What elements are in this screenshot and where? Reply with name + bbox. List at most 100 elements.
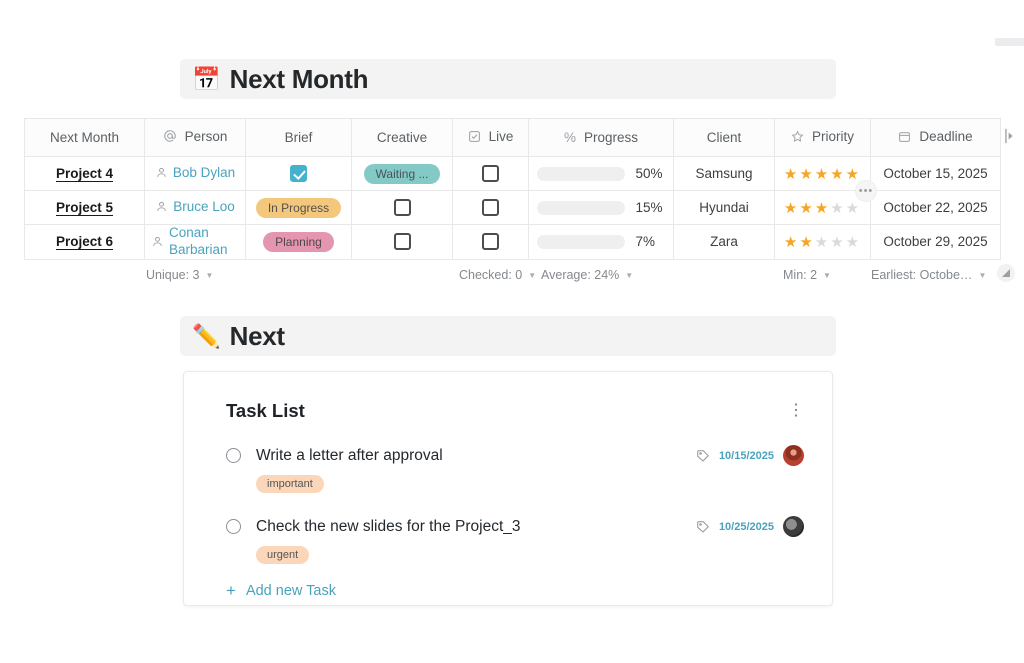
plus-icon: + (226, 581, 236, 600)
column-label: Progress (583, 130, 639, 145)
person-icon (155, 166, 168, 179)
table-resize-handle[interactable] (997, 264, 1015, 282)
priority-stars[interactable]: ★★★★★ (784, 200, 861, 217)
section-banner-next[interactable]: ✏️ Next (180, 316, 836, 356)
summary-label: Checked: 0 (459, 268, 523, 282)
section-banner-next-month[interactable]: 📅 Next Month (180, 59, 836, 99)
summary-checked[interactable]: Checked: 0 ▼ (459, 268, 536, 282)
cell-client[interactable]: Zara (673, 224, 775, 260)
column-header-live[interactable]: Live (452, 118, 529, 157)
deadline-date: October 22, 2025 (883, 200, 988, 215)
chevron-down-icon: ▼ (205, 270, 214, 280)
cell-live[interactable] (452, 190, 529, 225)
summary-average[interactable]: Average: 24% ▼ (541, 268, 633, 282)
at-icon (163, 129, 177, 143)
table-row[interactable]: Project 6 Conan Barbarian Planning 7% Za… (24, 224, 1001, 260)
project-table: Next Month Person Brief Creative Live % … (24, 118, 1001, 290)
column-header-creative[interactable]: Creative (351, 118, 453, 157)
task-due-date[interactable]: 10/15/2025 (719, 450, 774, 462)
cell-project[interactable]: Project 6 (24, 224, 145, 260)
progress-value: 15% (635, 200, 663, 215)
person-icon (155, 200, 168, 213)
checkbox-icon (468, 130, 481, 143)
cell-person[interactable]: Bob Dylan (144, 156, 246, 191)
cell-priority[interactable]: ★★★★★ (774, 224, 871, 260)
cell-live[interactable] (452, 224, 529, 260)
brief-status-pill[interactable]: Planning (263, 231, 334, 252)
creative-checkbox[interactable] (393, 199, 411, 216)
summary-min[interactable]: Min: 2 ▼ (783, 268, 831, 282)
task-tag[interactable]: important (256, 475, 324, 493)
brief-status-pill[interactable]: In Progress (255, 197, 342, 218)
cell-creative[interactable]: Waiting ... (351, 156, 453, 191)
project-link[interactable]: Project 4 (56, 166, 113, 181)
cell-client[interactable]: Hyundai (673, 190, 775, 225)
person-icon (151, 235, 164, 248)
cell-project[interactable]: Project 4 (24, 156, 145, 191)
priority-stars[interactable]: ★★★★★ (784, 234, 861, 251)
cell-person[interactable]: Conan Barbarian (144, 224, 246, 260)
column-label: Brief (284, 130, 313, 145)
expand-columns-icon[interactable] (1004, 128, 1015, 147)
creative-checkbox[interactable] (393, 233, 411, 251)
cell-project[interactable]: Project 5 (24, 190, 145, 225)
row-options-button[interactable]: ••• (855, 180, 877, 202)
task-due-date[interactable]: 10/25/2025 (719, 521, 774, 533)
pencil-emoji-icon: ✏️ (192, 322, 221, 349)
column-header-person[interactable]: Person (144, 118, 246, 157)
cell-progress[interactable]: 50% (528, 156, 674, 191)
table-row[interactable]: Project 4 Bob Dylan Waiting ... 50% Sams… (24, 156, 1001, 191)
calendar-emoji-icon: 📅 (192, 65, 221, 92)
table-summary-bar: Unique: 3 ▼ Checked: 0 ▼ Average: 24% ▼ Min… (24, 268, 1000, 292)
task-title[interactable]: Check the new slides for the Project_3 (256, 518, 696, 536)
column-header-brief[interactable]: Brief (245, 118, 352, 157)
task-checkbox[interactable] (226, 519, 241, 534)
column-header-progress[interactable]: % Progress (528, 118, 674, 157)
brief-checkbox[interactable] (290, 165, 307, 182)
cell-brief[interactable]: Planning (245, 224, 352, 260)
priority-stars[interactable]: ★★★★★ (784, 166, 861, 183)
column-label: Deadline (919, 129, 973, 144)
avatar[interactable] (783, 445, 804, 466)
cell-brief[interactable]: In Progress (245, 190, 352, 225)
cell-deadline[interactable]: October 15, 2025 (870, 156, 1001, 191)
kebab-menu-icon[interactable]: ⋮ (788, 403, 804, 419)
star-icon (791, 130, 804, 143)
creative-status-pill[interactable]: Waiting ... (363, 163, 441, 184)
chevron-down-icon: ▼ (978, 270, 987, 280)
summary-earliest[interactable]: Earliest: Octobe… ▼ (871, 268, 986, 282)
task-checkbox[interactable] (226, 448, 241, 463)
cell-creative[interactable] (351, 190, 453, 225)
table-row[interactable]: Project 5 Bruce Loo In Progress 15% Hyun… (24, 190, 1001, 225)
column-header-next-month[interactable]: Next Month (24, 118, 145, 157)
task-title[interactable]: Write a letter after approval (256, 447, 696, 465)
cell-person[interactable]: Bruce Loo (144, 190, 246, 225)
column-label: Person (184, 128, 228, 144)
section-title-next: Next (229, 320, 285, 351)
add-new-task-label: Add new Task (245, 582, 336, 599)
cell-live[interactable] (452, 156, 529, 191)
cell-deadline[interactable]: October 29, 2025 (870, 224, 1001, 260)
cell-progress[interactable]: 7% (528, 224, 674, 260)
cell-client[interactable]: Samsung (673, 156, 775, 191)
live-checkbox[interactable] (482, 165, 499, 182)
project-link[interactable]: Project 6 (56, 234, 113, 249)
live-checkbox[interactable] (482, 233, 499, 251)
summary-label: Min: 2 (783, 268, 818, 282)
summary-unique[interactable]: Unique: 3 ▼ (146, 268, 213, 282)
client-name: Samsung (695, 166, 753, 181)
project-link[interactable]: Project 5 (56, 200, 113, 215)
cell-brief[interactable] (245, 156, 352, 191)
live-checkbox[interactable] (482, 199, 499, 216)
cell-creative[interactable] (351, 224, 453, 260)
cell-deadline[interactable]: October 22, 2025 (870, 190, 1001, 225)
avatar[interactable] (783, 516, 804, 537)
card-title: Task List (226, 400, 305, 421)
column-header-client[interactable]: Client (673, 118, 775, 157)
task-tag[interactable]: urgent (256, 546, 310, 564)
column-header-priority[interactable]: Priority (774, 118, 871, 157)
cell-progress[interactable]: 15% (528, 190, 674, 225)
column-header-deadline[interactable]: Deadline (870, 118, 1001, 157)
column-label: Next Month (49, 130, 120, 145)
add-new-task-button[interactable]: + Add new Task (184, 582, 832, 599)
